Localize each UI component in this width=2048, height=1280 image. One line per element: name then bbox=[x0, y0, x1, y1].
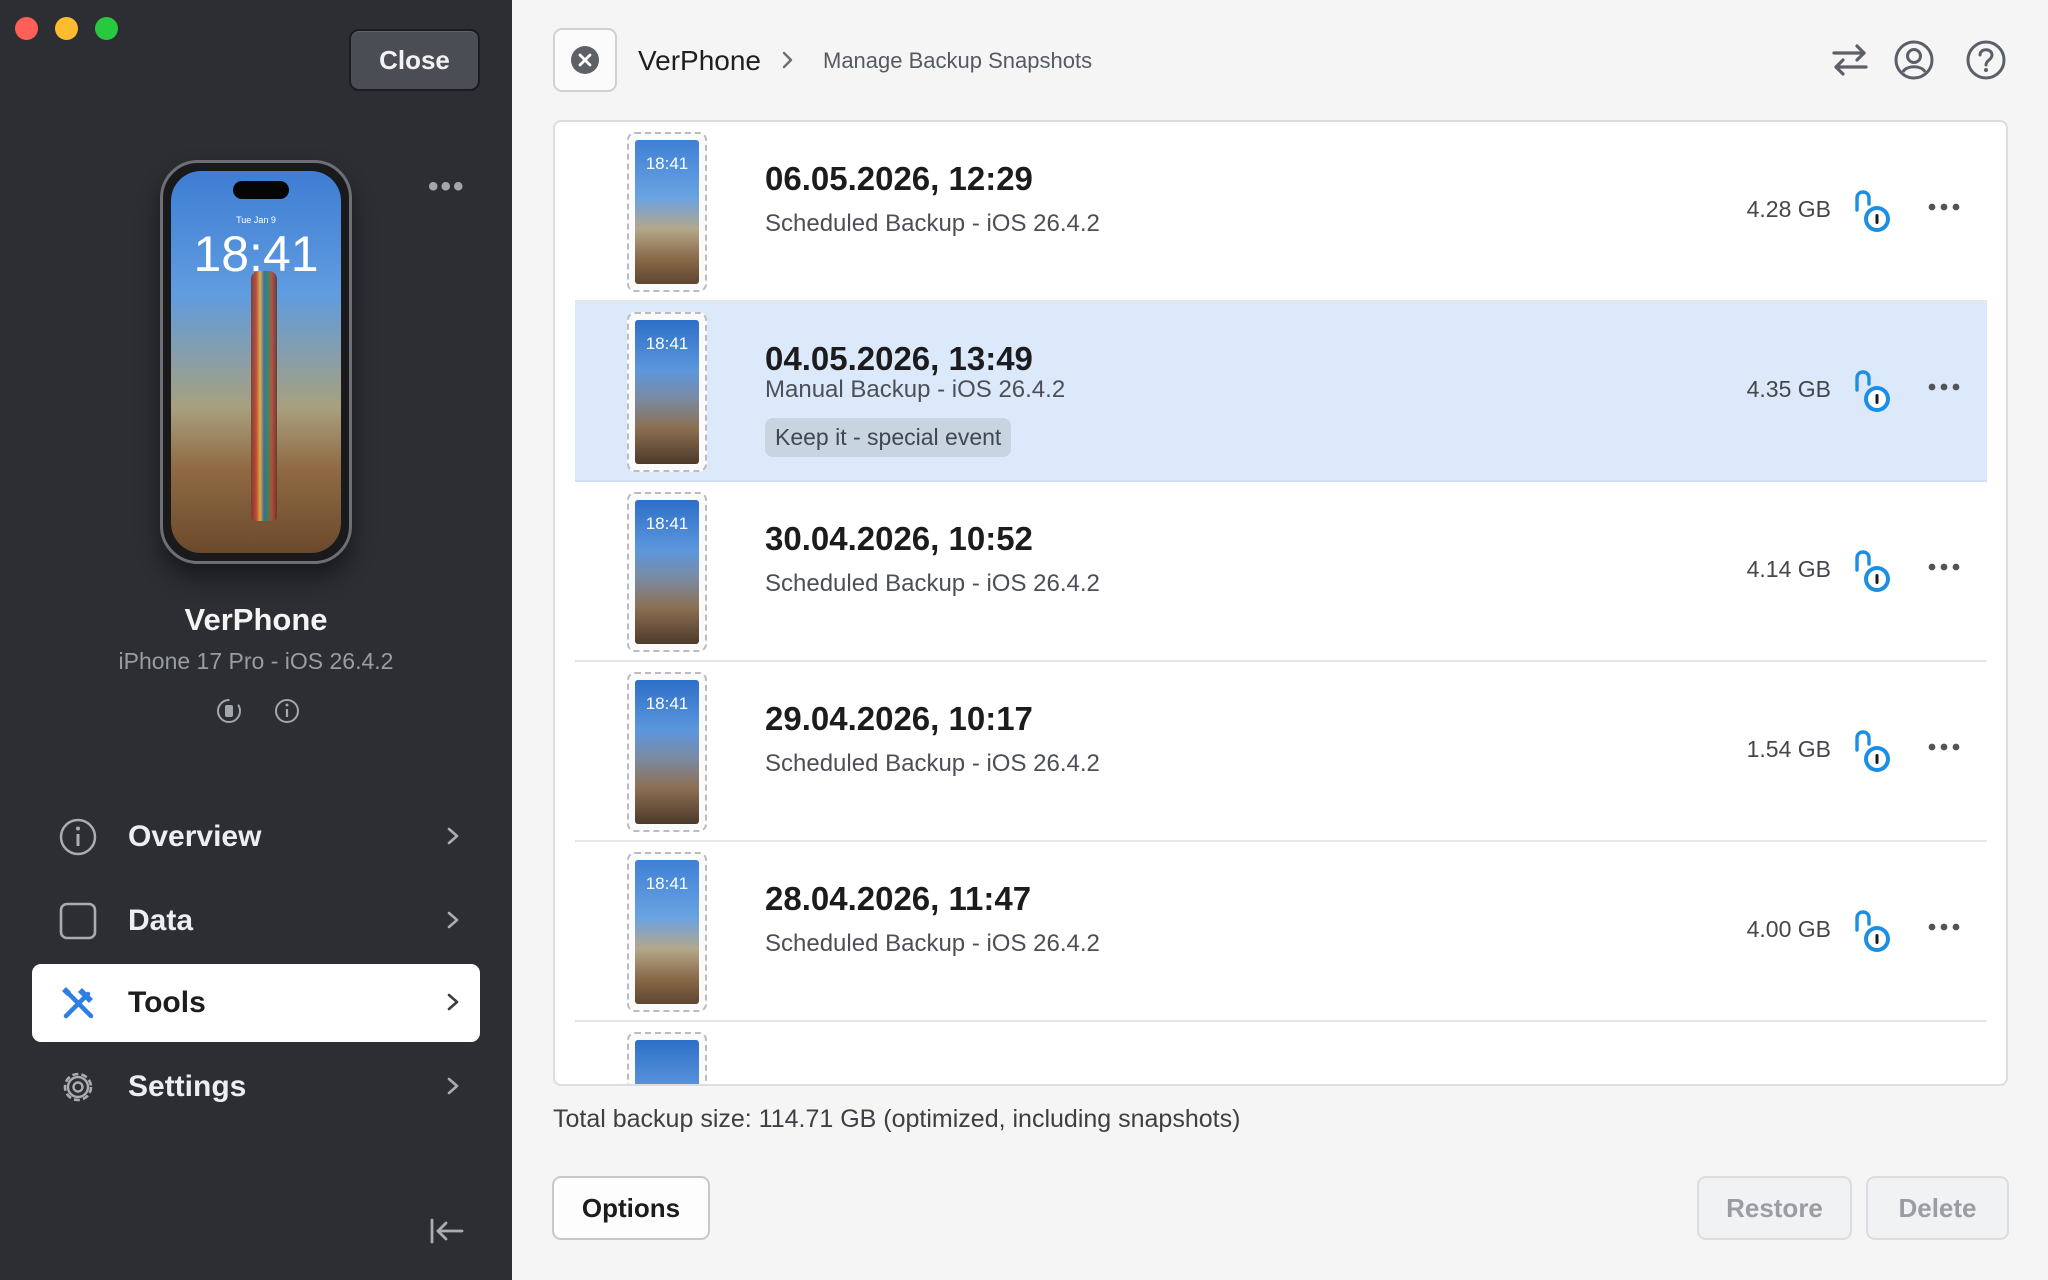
collapse-sidebar-icon[interactable] bbox=[428, 1216, 466, 1246]
snapshot-row[interactable]: 18:41 06.05.2026, 12:29 Scheduled Backup… bbox=[575, 122, 1987, 302]
sidebar-item-overview[interactable]: Overview bbox=[32, 798, 480, 876]
device-more-icon[interactable]: ••• bbox=[428, 170, 466, 204]
sidebar-item-settings[interactable]: Settings bbox=[32, 1048, 480, 1126]
device-info-icon[interactable] bbox=[272, 696, 302, 726]
wallpaper-image bbox=[635, 1040, 699, 1084]
tools-icon bbox=[62, 987, 94, 1019]
chevron-right-icon bbox=[447, 993, 459, 1011]
sidebar-item-label: Overview bbox=[128, 820, 262, 853]
snapshot-list: 18:41 06.05.2026, 12:29 Scheduled Backup… bbox=[553, 120, 2008, 1086]
breadcrumb-page: Manage Backup Snapshots bbox=[823, 48, 1093, 73]
thumbnail-time: 18:41 bbox=[645, 334, 689, 353]
device-status-icons bbox=[214, 696, 302, 726]
options-button[interactable]: Options bbox=[552, 1176, 710, 1240]
snapshot-size: 4.28 GB bbox=[1746, 196, 1831, 222]
device-name: VerPhone bbox=[184, 602, 328, 637]
unlocked-icon[interactable] bbox=[1851, 908, 1895, 956]
snapshot-type: Scheduled Backup - iOS 26.4.2 bbox=[765, 750, 1100, 777]
sidebar-item-data[interactable]: Data bbox=[32, 882, 480, 960]
snapshot-date: 28.04.2026, 11:47 bbox=[765, 880, 1032, 917]
snapshot-thumbnail: 18:41 bbox=[627, 492, 707, 652]
chevron-right-icon bbox=[782, 51, 793, 69]
backup-status-icon[interactable] bbox=[214, 696, 244, 726]
snapshot-thumbnail: 18:41 bbox=[627, 852, 707, 1012]
info-circle-icon bbox=[59, 818, 97, 856]
wallpaper-image: 18:41 bbox=[635, 140, 699, 284]
sidebar-item-label: Settings bbox=[128, 1070, 247, 1103]
unlocked-icon[interactable] bbox=[1851, 728, 1895, 776]
device-screen-time: 18:41 bbox=[193, 226, 319, 282]
sidebar-item-label: Tools bbox=[128, 986, 206, 1019]
snapshot-type: Scheduled Backup - iOS 26.4.2 bbox=[765, 210, 1100, 237]
gear-icon bbox=[63, 1072, 93, 1102]
account-icon[interactable] bbox=[1892, 38, 1936, 82]
thumbnail-time: 18:41 bbox=[645, 874, 689, 893]
snapshot-date: 29.04.2026, 10:17 bbox=[765, 700, 1033, 737]
wallpaper-image: 18:41 bbox=[635, 500, 699, 644]
window-close-dot[interactable] bbox=[15, 17, 38, 40]
snapshot-size: 4.14 GB bbox=[1746, 556, 1831, 582]
snapshot-row[interactable]: 18:41 30.04.2026, 10:52 Scheduled Backup… bbox=[575, 482, 1987, 662]
restore-button[interactable]: Restore bbox=[1697, 1176, 1852, 1240]
snapshot-date: 06.05.2026, 12:29 bbox=[765, 160, 1033, 197]
snapshot-size: 4.00 GB bbox=[1746, 916, 1831, 942]
main-panel: VerPhone Manage Backup Snapshots 18:41 0… bbox=[512, 0, 2048, 1280]
square-icon bbox=[59, 902, 97, 940]
device-screen: Tue Jan 9 18:41 bbox=[171, 171, 341, 553]
more-icon[interactable] bbox=[1925, 372, 1963, 402]
snapshot-type: Scheduled Backup - iOS 26.4.2 bbox=[765, 570, 1100, 597]
wallpaper-prayer-flags bbox=[251, 271, 277, 521]
more-icon[interactable] bbox=[1925, 552, 1963, 582]
snapshot-thumbnail bbox=[627, 1032, 707, 1084]
snapshot-row-partial[interactable] bbox=[575, 1022, 1987, 1084]
more-icon[interactable] bbox=[1925, 912, 1963, 942]
wallpaper-image: 18:41 bbox=[635, 320, 699, 464]
snapshot-size: 4.35 GB bbox=[1746, 376, 1831, 402]
transfer-icon[interactable] bbox=[1828, 38, 1872, 82]
chevron-right-icon bbox=[447, 827, 459, 845]
thumbnail-time: 18:41 bbox=[645, 694, 689, 713]
snapshot-thumbnail: 18:41 bbox=[627, 672, 707, 832]
window-minimize-dot[interactable] bbox=[55, 17, 78, 40]
wallpaper-image: 18:41 bbox=[635, 680, 699, 824]
snapshot-row[interactable]: 18:41 04.05.2026, 13:49 Manual Backup - … bbox=[575, 302, 1987, 482]
more-icon[interactable] bbox=[1925, 192, 1963, 222]
snapshot-date: 30.04.2026, 10:52 bbox=[765, 520, 1033, 557]
wallpaper-image: 18:41 bbox=[635, 860, 699, 1004]
unlocked-icon[interactable] bbox=[1851, 368, 1895, 416]
help-icon[interactable] bbox=[1964, 38, 2008, 82]
device-subtitle: iPhone 17 Pro - iOS 26.4.2 bbox=[118, 648, 394, 674]
close-tool-button[interactable] bbox=[553, 28, 617, 92]
device-image: Tue Jan 9 18:41 bbox=[160, 160, 352, 564]
unlocked-icon[interactable] bbox=[1851, 188, 1895, 236]
chevron-right-icon bbox=[447, 911, 459, 929]
device-screen-date: Tue Jan 9 bbox=[236, 215, 276, 225]
snapshot-type: Scheduled Backup - iOS 26.4.2 bbox=[765, 930, 1100, 957]
snapshot-row[interactable]: 18:41 29.04.2026, 10:17 Scheduled Backup… bbox=[575, 662, 1987, 842]
sidebar-item-tools[interactable]: Tools bbox=[32, 964, 480, 1042]
close-button[interactable]: Close bbox=[349, 29, 480, 91]
window-zoom-dot[interactable] bbox=[95, 17, 118, 40]
unlocked-icon[interactable] bbox=[1851, 548, 1895, 596]
sidebar: Close ••• Tue Jan 9 18:41 VerPhone iPhon… bbox=[0, 0, 512, 1280]
sidebar-item-label: Data bbox=[128, 904, 194, 937]
thumbnail-time: 18:41 bbox=[645, 154, 689, 173]
snapshot-date: 04.05.2026, 13:49 bbox=[765, 340, 1033, 377]
thumbnail-time: 18:41 bbox=[645, 514, 689, 533]
snapshot-row[interactable]: 18:41 28.04.2026, 11:47 Scheduled Backup… bbox=[575, 842, 1987, 1022]
more-icon[interactable] bbox=[1925, 732, 1963, 762]
delete-button[interactable]: Delete bbox=[1866, 1176, 2009, 1240]
close-circle-icon bbox=[571, 46, 599, 74]
snapshot-size: 1.54 GB bbox=[1746, 736, 1831, 762]
chevron-right-icon bbox=[447, 1077, 459, 1095]
dynamic-island bbox=[233, 181, 289, 199]
snapshot-thumbnail: 18:41 bbox=[627, 132, 707, 292]
snapshot-type: Manual Backup - iOS 26.4.2 bbox=[765, 376, 1066, 403]
snapshot-note-badge: Keep it - special event bbox=[765, 418, 1012, 457]
total-backup-size: Total backup size: 114.71 GB (optimized,… bbox=[553, 1105, 1241, 1133]
snapshot-thumbnail: 18:41 bbox=[627, 312, 707, 472]
breadcrumb-device[interactable]: VerPhone bbox=[638, 45, 761, 77]
